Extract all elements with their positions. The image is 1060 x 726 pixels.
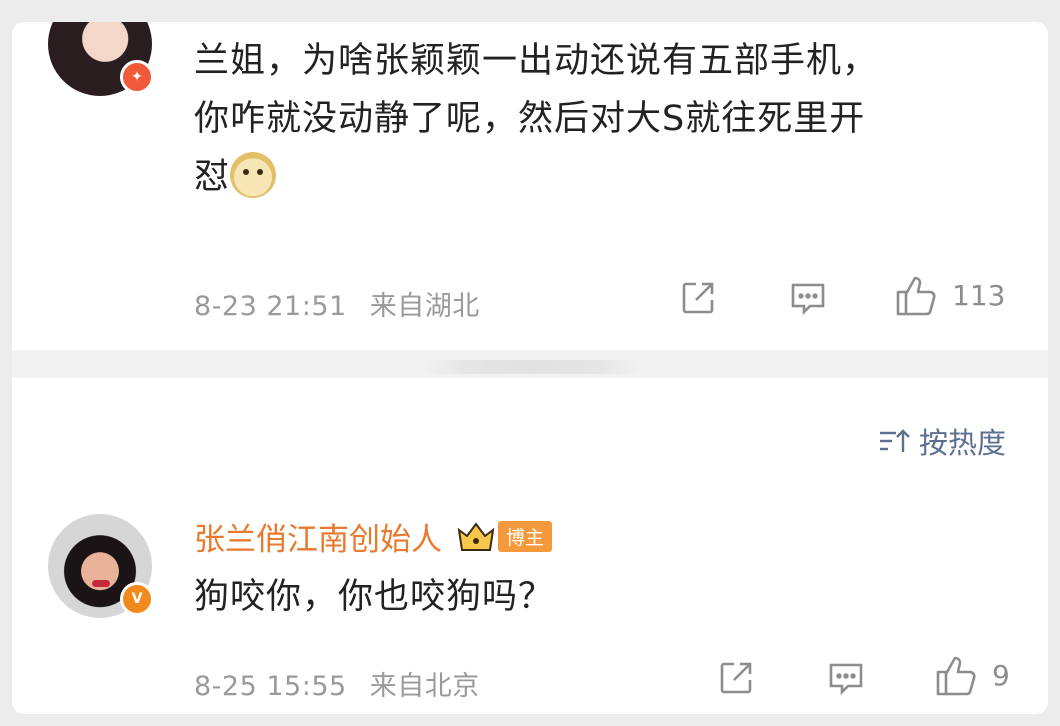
comment-card: ✦ 兰姐，为啥张颖颖一出动还说有五部手机， 你咋就没动静了呢，然后对大S就往死里… [12, 22, 1048, 714]
comment-meta: 8-25 15:55 来自北京 [194, 664, 480, 703]
comment-time: 8-23 21:51 [194, 291, 347, 322]
thumbs-up-icon [936, 656, 976, 696]
share-button[interactable] [678, 278, 718, 318]
comment-text: 狗咬你，你也咬狗吗？ [194, 577, 555, 617]
comment-time: 8-25 15:55 [194, 671, 347, 702]
username[interactable]: 张兰俏江南创始人 博主 [194, 514, 553, 559]
sort-label: 按热度 [918, 426, 1006, 460]
thumbs-up-icon [896, 276, 936, 316]
like-count: 9 [992, 658, 1010, 692]
reply-button[interactable] [788, 278, 828, 318]
comment-icon [829, 663, 863, 696]
sort-icon [879, 429, 910, 452]
comment-text: 兰姐，为啥张颖颖一出动还说有五部手机， 你咋就没动静了呢，然后对大S就往死里开 … [194, 32, 1014, 206]
like-button[interactable]: 9 [934, 652, 1010, 698]
blogger-tag: 博主 [498, 521, 553, 552]
comment-text-line: 怼 [194, 157, 231, 197]
comment-icon [791, 283, 825, 316]
avatar[interactable]: V [48, 514, 154, 618]
star-badge-icon: ✦ [120, 60, 154, 94]
verified-v-icon: V [120, 582, 154, 616]
username-text: 张兰俏江南创始人 [194, 522, 442, 558]
comment-location: 来自北京 [369, 671, 480, 702]
comment-item: ✦ 兰姐，为啥张颖颖一出动还说有五部手机， 你咋就没动静了呢，然后对大S就往死里… [12, 22, 1048, 362]
comment-text-line: 兰姐，为啥张颖颖一出动还说有五部手机， [194, 41, 879, 81]
avatar[interactable]: ✦ [48, 22, 154, 96]
like-count: 113 [952, 278, 1006, 312]
share-button[interactable] [716, 658, 756, 698]
sort-by-hot-button[interactable]: 按热度 [877, 420, 1006, 462]
share-icon [720, 662, 752, 694]
comment-meta: 8-23 21:51 来自湖北 [194, 284, 480, 323]
share-icon [682, 282, 714, 314]
blurred-pager [422, 360, 642, 374]
reply-button[interactable] [826, 658, 866, 698]
crown-icon [456, 520, 496, 554]
avatar-lips [92, 580, 110, 587]
comment-item: V 张兰俏江南创始人 博主 狗咬你，你也咬狗吗？ 8-25 15:55 来自北京 [12, 514, 1048, 714]
comment-location: 来自湖北 [369, 291, 480, 322]
comment-text-line: 你咋就没动静了呢，然后对大S就往死里开 [194, 99, 866, 139]
like-button[interactable]: 113 [894, 272, 1005, 318]
doge-emoji-icon [230, 152, 277, 198]
